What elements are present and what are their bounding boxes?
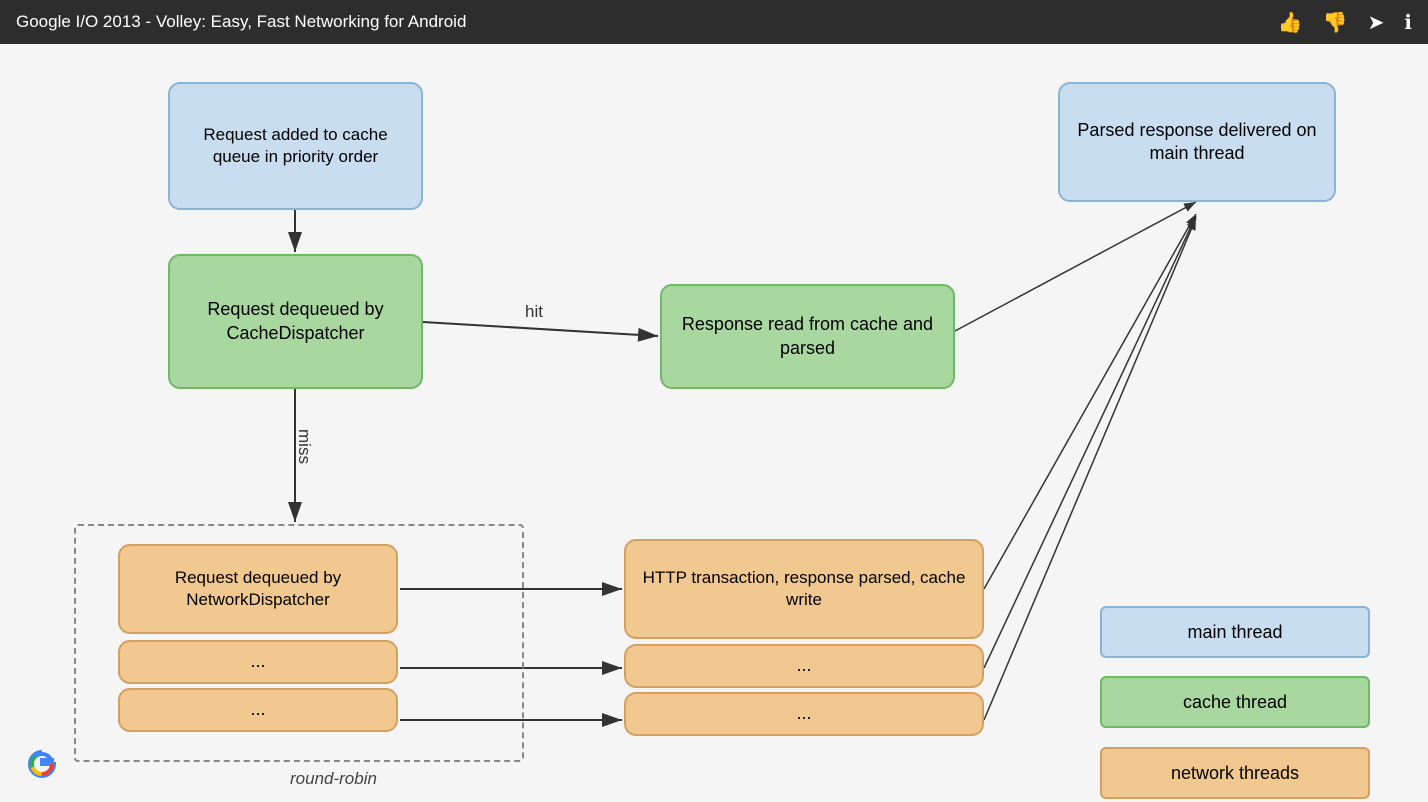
- topbar-icons: 👍 👎 ➤ ℹ: [1278, 10, 1412, 35]
- cache-queue-node: Request added to cache queue in priority…: [168, 82, 423, 210]
- share-icon[interactable]: ➤: [1368, 10, 1385, 35]
- network-row2-node: ...: [118, 640, 398, 684]
- network-row3-node: ...: [118, 688, 398, 732]
- legend-cache-thread: cache thread: [1100, 676, 1370, 728]
- google-logo: [20, 742, 64, 786]
- parsed-response-node: Parsed response delivered on main thread: [1058, 82, 1336, 202]
- miss-label: miss: [294, 429, 314, 464]
- thumbs-down-icon[interactable]: 👎: [1323, 10, 1348, 35]
- topbar-title: Google I/O 2013 - Volley: Easy, Fast Net…: [16, 12, 466, 32]
- topbar: Google I/O 2013 - Volley: Easy, Fast Net…: [0, 0, 1428, 44]
- http-row2-node: ...: [624, 644, 984, 688]
- legend-network-threads: network threads: [1100, 747, 1370, 799]
- cache-dispatcher-node: Request dequeued by CacheDispatcher: [168, 254, 423, 389]
- http-transaction-node: HTTP transaction, response parsed, cache…: [624, 539, 984, 639]
- round-robin-label: round-robin: [290, 769, 377, 789]
- thumbs-up-icon[interactable]: 👍: [1278, 10, 1303, 35]
- main-content: Request added to cache queue in priority…: [0, 44, 1428, 802]
- info-icon[interactable]: ℹ: [1404, 10, 1412, 35]
- response-cache-node: Response read from cache and parsed: [660, 284, 955, 389]
- legend-main-thread: main thread: [1100, 606, 1370, 658]
- network-dispatcher-node: Request dequeued by NetworkDispatcher: [118, 544, 398, 634]
- http-row3-node: ...: [624, 692, 984, 736]
- hit-label: hit: [525, 302, 543, 322]
